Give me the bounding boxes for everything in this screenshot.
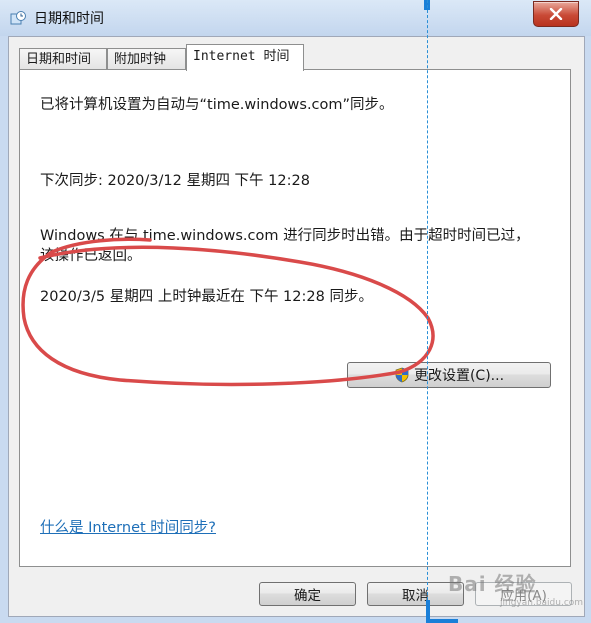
title-bar[interactable]: 日期和时间 (0, 0, 591, 36)
internet-time-panel: 已将计算机设置为自动与“time.windows.com”同步。 下次同步: 2… (19, 69, 571, 567)
sync-configured-text: 已将计算机设置为自动与“time.windows.com”同步。 (40, 97, 394, 113)
ok-button[interactable]: 确定 (259, 582, 356, 606)
uac-shield-icon (395, 367, 409, 383)
guide-line (427, 0, 428, 600)
window-title: 日期和时间 (34, 11, 104, 27)
change-settings-button[interactable]: 更改设置(C)... (347, 362, 551, 388)
guide-corner-horizontal (426, 619, 458, 623)
tab-internet-time[interactable]: Internet 时间 (186, 44, 304, 71)
last-sync-text: 2020/3/5 星期四 上时钟最近在 下午 12:28 同步。 (40, 289, 373, 305)
next-sync-text: 下次同步: 2020/3/12 星期四 下午 12:28 (40, 173, 310, 189)
watermark-logo: Bai 经验 (448, 572, 537, 596)
dialog-client-area: 日期和时间 附加时钟 Internet 时间 已将计算机设置为自动与“time.… (8, 36, 585, 617)
sync-error-line1: Windows 在与 time.windows.com 进行同步时出错。由于超时… (40, 228, 530, 244)
close-icon (549, 8, 563, 20)
watermark-url: jingyan.baidu.com (500, 598, 584, 608)
tab-additional-clocks[interactable]: 附加时钟 (107, 48, 186, 70)
datetime-clock-icon (10, 11, 26, 25)
tab-date-time[interactable]: 日期和时间 (19, 48, 107, 70)
sync-error-line2: 该操作已返回。 (40, 248, 142, 264)
close-button[interactable] (533, 1, 579, 27)
internet-time-help-link[interactable]: 什么是 Internet 时间同步? (40, 516, 216, 537)
